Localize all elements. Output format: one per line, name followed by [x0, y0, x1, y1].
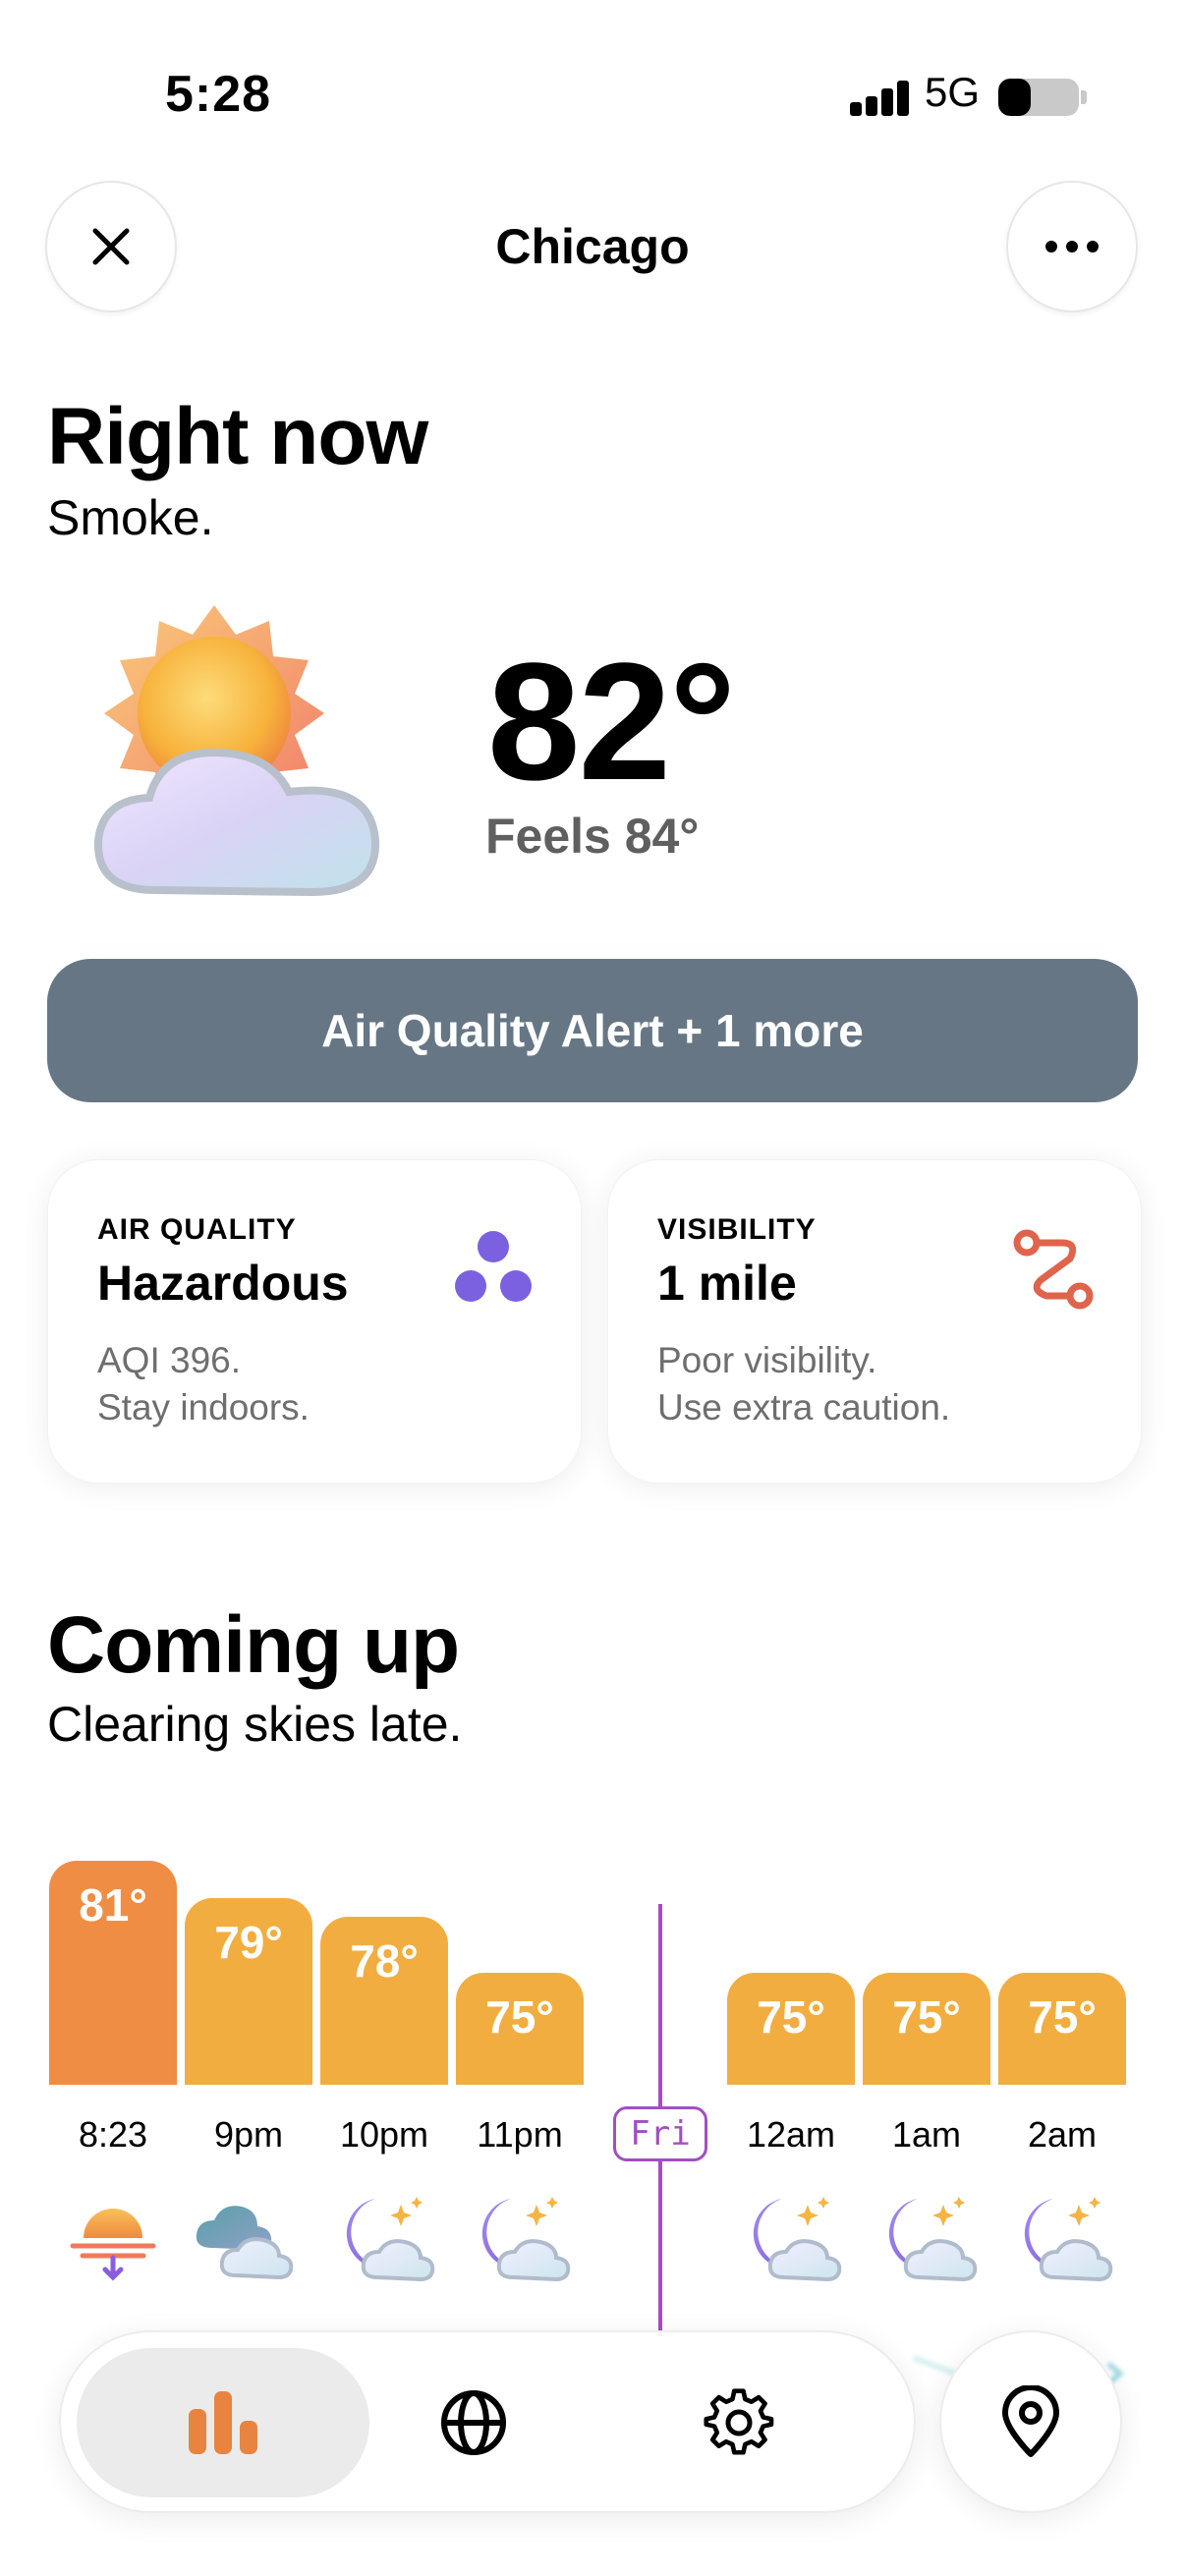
air-quality-value: Hazardous	[97, 1256, 349, 1311]
forecast-bars-icon	[189, 2391, 257, 2454]
tab-settings[interactable]	[664, 2348, 814, 2497]
hour-time-label: 10pm	[339, 2114, 429, 2155]
air-quality-label: AIR QUALITY	[97, 1213, 297, 1246]
moon-cloud-icon	[320, 2191, 448, 2282]
hour-bar[interactable]: 81°	[49, 1861, 177, 2085]
air-quality-card[interactable]: AIR QUALITY Hazardous AQI 396. Stay indo…	[47, 1159, 582, 1484]
feels-like: Feels 84°	[485, 809, 700, 864]
battery-tip	[1081, 90, 1087, 104]
hour-bar[interactable]: 75°	[456, 1973, 584, 2085]
hour-time-label: 2am	[1027, 2114, 1098, 2155]
moon-cloud-icon	[863, 2191, 990, 2282]
hour-bar[interactable]: 79°	[185, 1898, 312, 2085]
hour-time-label: 9pm	[213, 2114, 284, 2155]
route-icon	[1013, 1229, 1094, 1310]
signal-icon	[850, 81, 909, 116]
more-options-button[interactable]	[1006, 181, 1138, 312]
right-now-title: Right now	[47, 392, 428, 481]
air-quality-dots-icon	[455, 1231, 532, 1302]
air-quality-alert-button[interactable]: Air Quality Alert + 1 more	[47, 959, 1138, 1102]
moon-cloud-icon	[727, 2191, 855, 2282]
hour-bar[interactable]: 75°	[998, 1973, 1126, 2085]
hour-time-label: 12am	[746, 2114, 836, 2155]
day-marker: Fri	[613, 2106, 707, 2161]
location-pin-icon	[1002, 2385, 1059, 2457]
more-icon	[1045, 241, 1099, 252]
current-temperature: 82°	[487, 629, 736, 815]
visibility-card[interactable]: VISIBILITY 1 mile Poor visibility. Use e…	[607, 1159, 1142, 1484]
status-time: 5:28	[165, 66, 272, 123]
cloudy-night-icon	[185, 2191, 312, 2281]
tab-bar	[59, 2330, 916, 2513]
location-button[interactable]	[939, 2330, 1122, 2513]
visibility-label: VISIBILITY	[657, 1213, 817, 1246]
hour-time-label: 1am	[891, 2114, 962, 2155]
visibility-value: 1 mile	[657, 1256, 797, 1311]
sunset-icon	[49, 2191, 177, 2281]
hour-bar[interactable]: 75°	[727, 1973, 855, 2085]
current-condition: Smoke.	[47, 490, 214, 545]
air-quality-line1: AQI 396.	[97, 1340, 242, 1380]
status-bar: 5:28 5G	[0, 0, 1185, 187]
hour-time-label: 11pm	[477, 2114, 563, 2155]
partly-cloudy-day-icon	[93, 605, 380, 897]
network-type: 5G	[925, 69, 981, 115]
moon-cloud-icon	[998, 2191, 1126, 2282]
gear-icon	[704, 2388, 774, 2455]
moon-cloud-icon	[456, 2191, 584, 2282]
battery-icon	[998, 79, 1079, 116]
coming-up-summary: Clearing skies late.	[47, 1697, 463, 1752]
air-quality-line2: Stay indoors.	[97, 1387, 310, 1428]
visibility-line1: Poor visibility.	[657, 1340, 877, 1380]
air-quality-description: AQI 396. Stay indoors.	[97, 1337, 310, 1431]
hour-time-label: 8:23	[78, 2114, 148, 2155]
tab-globe[interactable]	[399, 2348, 548, 2497]
visibility-description: Poor visibility. Use extra caution.	[657, 1337, 950, 1431]
hour-bar[interactable]: 78°	[320, 1917, 448, 2085]
coming-up-title: Coming up	[47, 1600, 460, 1690]
visibility-line2: Use extra caution.	[657, 1387, 951, 1428]
globe-icon	[441, 2390, 506, 2455]
tab-forecast[interactable]	[77, 2348, 369, 2497]
hour-bar[interactable]: 75°	[863, 1973, 990, 2085]
